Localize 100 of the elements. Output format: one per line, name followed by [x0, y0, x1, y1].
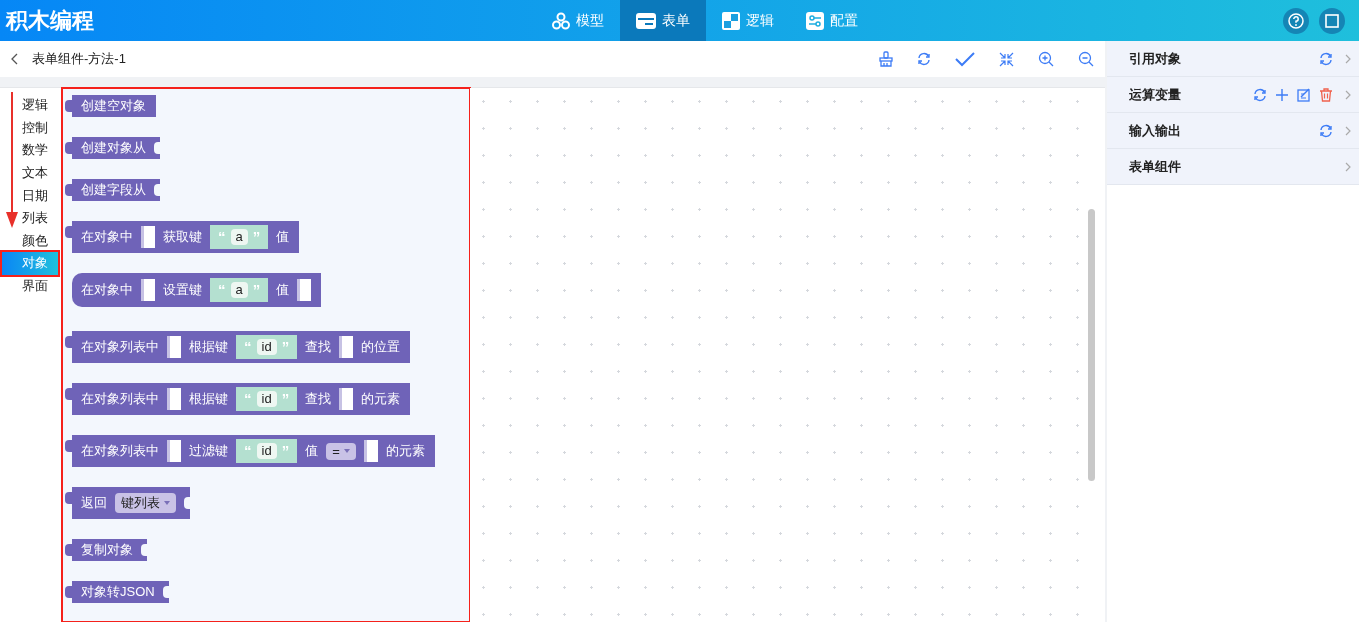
refresh-icon[interactable]	[1319, 51, 1333, 66]
code-block[interactable]: 对象转JSON	[65, 581, 169, 603]
panel-row[interactable]: 引用对象	[1107, 41, 1359, 77]
chevron-icon	[1345, 89, 1351, 100]
block-label: 获取键	[163, 229, 202, 245]
code-block[interactable]: 创建对象从	[65, 137, 160, 159]
category-item[interactable]: 文本	[2, 161, 58, 185]
quote-mark: ”	[281, 339, 290, 355]
square-icon	[1325, 13, 1339, 28]
compress-icon[interactable]	[999, 51, 1014, 67]
string-block[interactable]: “ id ”	[236, 335, 298, 359]
code-block[interactable]: 创建字段从	[65, 179, 160, 201]
block-label: 的元素	[361, 391, 401, 407]
quote-mark: “	[244, 443, 252, 459]
fullscreen-button[interactable]	[1319, 7, 1345, 34]
code-block[interactable]: 复制对象	[65, 539, 147, 561]
panel-row[interactable]: 运算变量	[1107, 77, 1359, 113]
connector-tab	[65, 226, 73, 238]
input-socket	[141, 279, 155, 301]
code-block[interactable]: 在对象中 设置键 “ a ” 值	[72, 273, 322, 307]
help-button[interactable]	[1283, 7, 1309, 34]
connector-tab	[65, 142, 73, 154]
panel-row[interactable]: 输入输出	[1107, 113, 1359, 149]
block-label: 对象转JSON	[81, 584, 155, 600]
brush-icon[interactable]	[879, 51, 893, 67]
category-item[interactable]: 逻辑	[2, 94, 58, 117]
delete-icon[interactable]	[1319, 87, 1333, 102]
block-label: 创建空对象	[81, 98, 146, 114]
nav-tab[interactable]: 表单	[620, 0, 706, 41]
input-socket	[167, 336, 181, 358]
block-label: 设置键	[163, 282, 202, 298]
zoom-in-icon[interactable]	[1038, 51, 1054, 67]
text-field[interactable]: id	[256, 443, 277, 459]
arrow-icon	[5, 92, 19, 228]
category-item[interactable]: 颜色	[2, 229, 58, 253]
string-block[interactable]: “ id ”	[236, 439, 298, 463]
panel-title: 引用对象	[1129, 49, 1181, 68]
chevron-icon	[1345, 53, 1351, 64]
block-label: 返回	[81, 495, 107, 511]
app-title: 积木编程	[4, 6, 95, 35]
refresh-icon[interactable]	[1319, 123, 1333, 138]
connector-tab	[65, 544, 73, 556]
input-socket	[297, 279, 312, 301]
check-icon[interactable]	[955, 51, 975, 67]
code-block[interactable]: 在对象列表中 根据键 “ id ” 查找 的位置	[65, 331, 411, 363]
connector-tab	[65, 492, 73, 504]
edit-icon[interactable]	[1297, 87, 1311, 102]
quote-mark: “	[218, 229, 226, 245]
refresh-icon[interactable]	[1253, 87, 1267, 102]
block-label: 值	[276, 229, 290, 245]
category-item[interactable]: 列表	[2, 206, 58, 230]
zoom-out-icon[interactable]	[1078, 51, 1094, 67]
caret-icon	[343, 449, 350, 453]
block-label: 的元素	[385, 443, 425, 459]
text-field[interactable]: a	[230, 229, 248, 245]
input-socket	[167, 440, 181, 462]
puzzle-icon	[722, 11, 740, 30]
category-item[interactable]: 界面	[2, 274, 58, 298]
text-field[interactable]: id	[256, 391, 277, 407]
code-block[interactable]: 在对象列表中 过滤键 “ id ” 值 = 的元素	[65, 435, 435, 467]
settings-icon	[806, 11, 824, 30]
code-block[interactable]: 返回 键列表	[65, 487, 190, 519]
category-item[interactable]: 控制	[2, 116, 58, 140]
block-label: 根据键	[189, 339, 228, 355]
connector-tab	[65, 440, 73, 452]
code-block[interactable]: 在对象中 获取键 “ a ” 值	[65, 221, 300, 253]
string-block[interactable]: “ id ”	[236, 387, 298, 411]
input-notch	[162, 586, 169, 598]
quote-mark: ”	[281, 391, 290, 407]
input-socket	[363, 440, 378, 462]
category-item[interactable]: 数学	[2, 139, 58, 162]
code-block[interactable]: 在对象列表中 根据键 “ id ” 查找 的元素	[65, 383, 411, 415]
scrollbar[interactable]	[1088, 209, 1095, 481]
back-icon[interactable]	[10, 53, 18, 65]
category-item[interactable]: 日期	[2, 184, 58, 207]
connector-tab	[65, 586, 73, 598]
text-field[interactable]: id	[256, 339, 277, 355]
add-icon[interactable]	[1275, 87, 1289, 102]
refresh-icon[interactable]	[917, 52, 931, 66]
block-label: 创建字段从	[81, 182, 146, 198]
block-label: 在对象列表中	[81, 391, 159, 407]
dropdown[interactable]: =	[326, 442, 356, 460]
text-field[interactable]: a	[230, 282, 248, 298]
panel-row[interactable]: 表单组件	[1107, 149, 1359, 185]
code-block[interactable]: 创建空对象	[65, 95, 156, 117]
string-block[interactable]: “ a ”	[210, 225, 269, 249]
block-label: 在对象列表中	[81, 339, 159, 355]
block-label: 在对象中	[81, 229, 133, 245]
hexagons-icon	[552, 11, 570, 30]
quote-mark: “	[244, 339, 252, 355]
block-label: 的位置	[361, 339, 401, 355]
input-notch	[154, 142, 160, 154]
dropdown[interactable]: 键列表	[115, 493, 176, 513]
string-block[interactable]: “ a ”	[210, 278, 269, 302]
connector-tab	[65, 388, 73, 400]
quote-mark: “	[218, 282, 226, 298]
block-label: 查找	[305, 339, 332, 355]
input-notch	[154, 184, 160, 196]
quote-mark: “	[244, 391, 252, 407]
connector-tab	[65, 184, 73, 196]
